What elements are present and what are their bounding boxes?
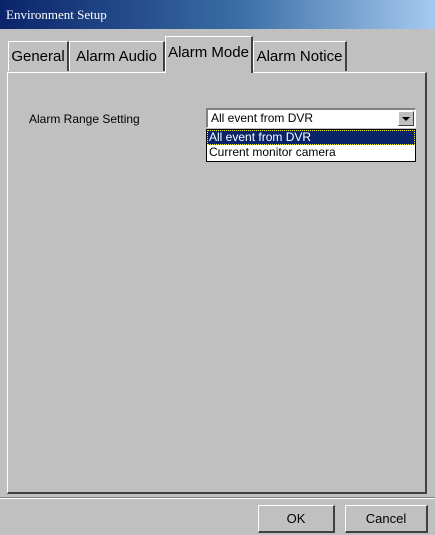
environment-setup-window: Environment Setup General Alarm Audio Al… [0, 0, 435, 535]
dropdown-button[interactable] [398, 111, 414, 126]
alarm-range-select[interactable]: All event from DVR [206, 108, 416, 128]
alarm-range-label: Alarm Range Setting [29, 112, 140, 126]
cancel-button[interactable]: Cancel [345, 505, 428, 533]
tab-general[interactable]: General [8, 41, 69, 71]
chevron-down-icon [402, 117, 410, 121]
tab-bar: General Alarm Audio Alarm Mode Alarm Not… [8, 36, 428, 73]
tab-alarm-audio[interactable]: Alarm Audio [69, 41, 165, 71]
alarm-range-dropdown-list: All event from DVR Current monitor camer… [206, 129, 416, 162]
tab-alarm-notice[interactable]: Alarm Notice [253, 41, 347, 71]
footer-divider [0, 497, 435, 499]
option-current-monitor-camera[interactable]: Current monitor camera [207, 145, 415, 160]
tab-alarm-mode[interactable]: Alarm Mode [165, 36, 253, 73]
alarm-range-selected-value: All event from DVR [211, 111, 314, 125]
ok-button[interactable]: OK [258, 505, 335, 533]
option-all-event-from-dvr[interactable]: All event from DVR [207, 130, 415, 145]
window-title: Environment Setup [0, 0, 435, 29]
